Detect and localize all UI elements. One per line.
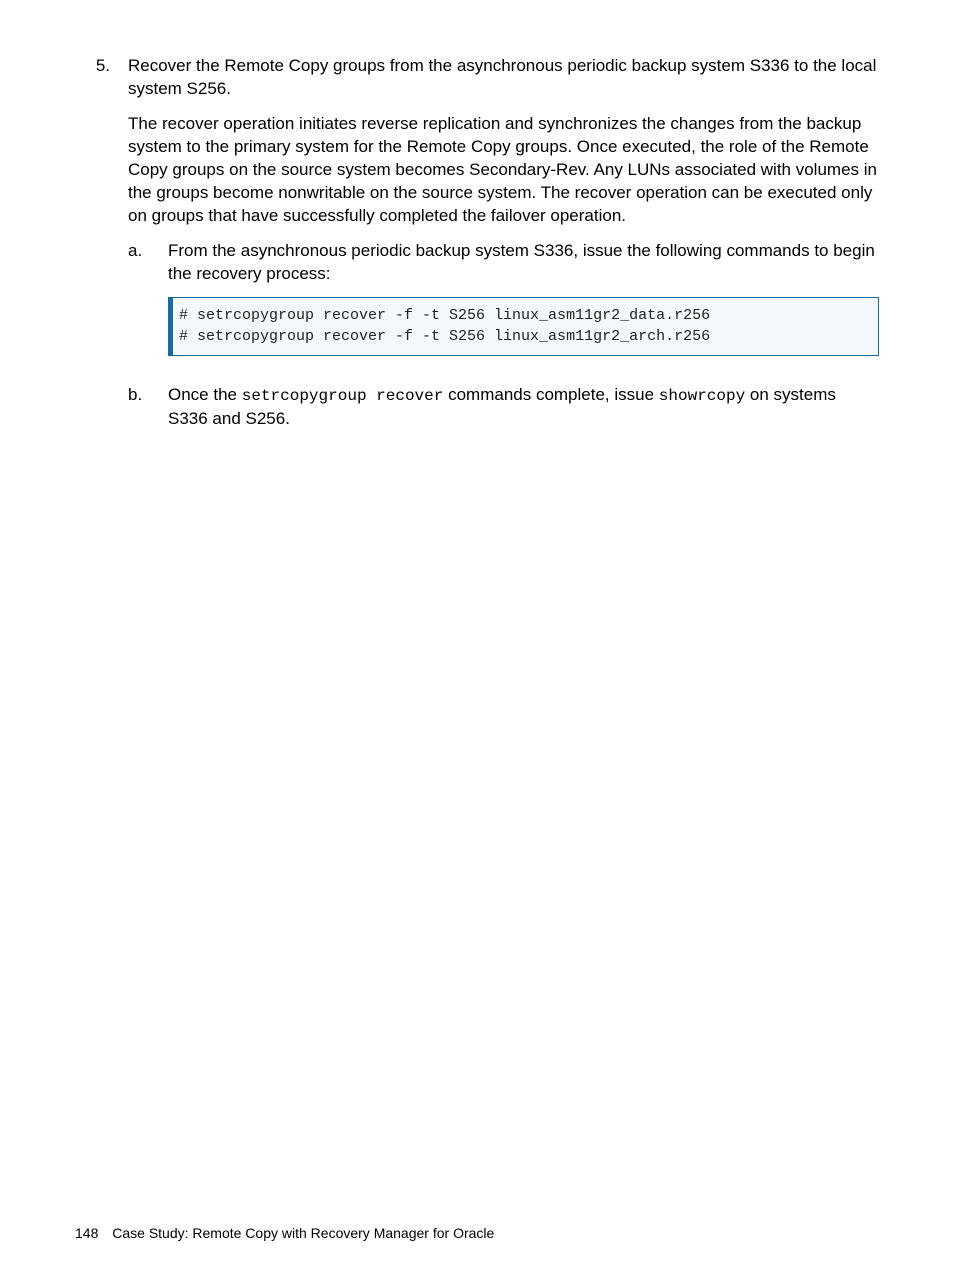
substep-a: a. From the asynchronous periodic backup… <box>128 240 879 374</box>
substep-b-text: Once the setrcopygroup recover commands … <box>168 384 879 431</box>
substep-a-body: From the asynchronous periodic backup sy… <box>168 240 879 374</box>
step-number: 5. <box>75 55 128 452</box>
footer-title: Case Study: Remote Copy with Recovery Ma… <box>112 1225 494 1241</box>
step-5-intro: Recover the Remote Copy groups from the … <box>128 55 879 101</box>
code-block-recover: # setrcopygroup recover -f -t S256 linux… <box>168 297 879 356</box>
substep-a-text: From the asynchronous periodic backup sy… <box>168 240 879 286</box>
step-body: Recover the Remote Copy groups from the … <box>128 55 879 452</box>
text-fragment: Once the <box>168 385 242 404</box>
substep-b-label: b. <box>128 384 168 443</box>
page-number: 148 <box>75 1225 98 1241</box>
step-5: 5. Recover the Remote Copy groups from t… <box>75 55 879 452</box>
substep-a-label: a. <box>128 240 168 374</box>
substep-b: b. Once the setrcopygroup recover comman… <box>128 384 879 443</box>
inline-code-setrcopygroup: setrcopygroup recover <box>242 387 444 405</box>
page-footer: 148 Case Study: Remote Copy with Recover… <box>75 1224 494 1243</box>
substep-b-body: Once the setrcopygroup recover commands … <box>168 384 879 443</box>
text-fragment: commands complete, issue <box>443 385 658 404</box>
page-content: 5. Recover the Remote Copy groups from t… <box>0 0 954 452</box>
inline-code-showrcopy: showrcopy <box>659 387 745 405</box>
step-5-explanation: The recover operation initiates reverse … <box>128 113 879 228</box>
